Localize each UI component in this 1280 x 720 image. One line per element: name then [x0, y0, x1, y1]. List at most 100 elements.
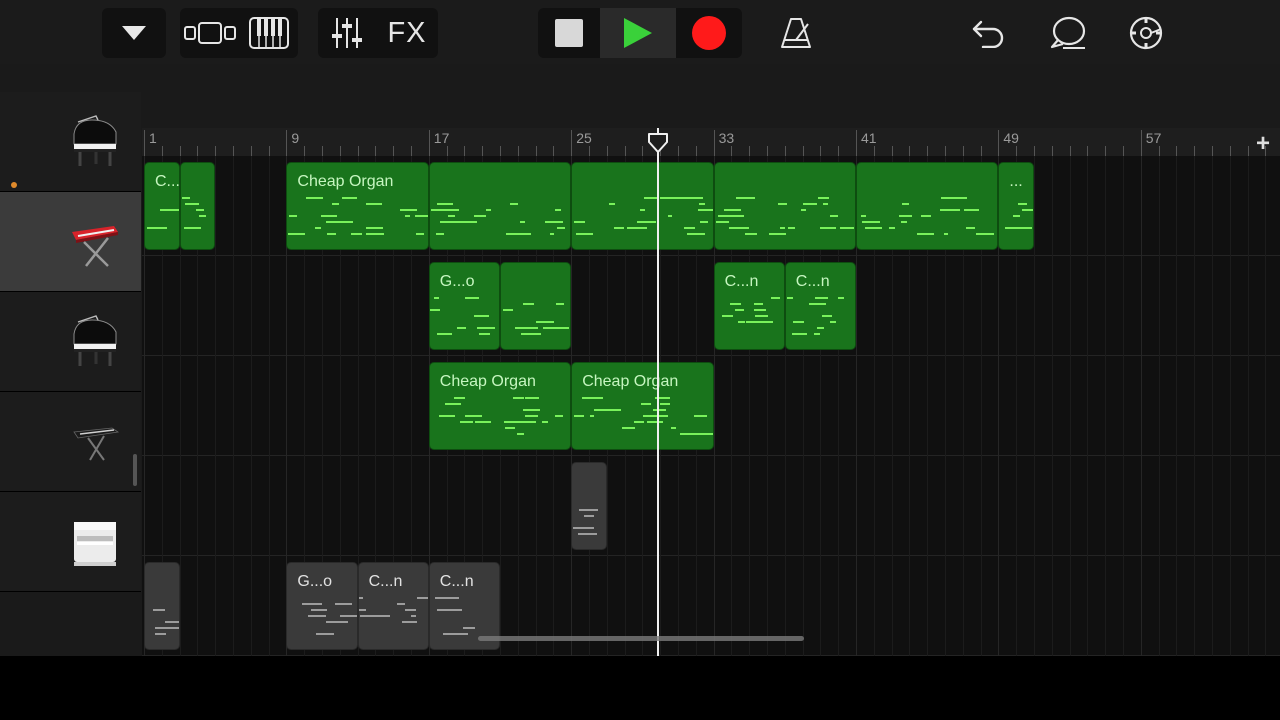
midi-note	[444, 403, 462, 405]
midi-note	[411, 615, 417, 617]
midi-note	[504, 427, 515, 429]
midi-note	[401, 621, 417, 623]
play-button[interactable]	[600, 8, 676, 58]
midi-note	[375, 615, 382, 617]
horizontal-scrollbar[interactable]	[478, 636, 804, 641]
midi-region[interactable]	[428, 162, 572, 250]
region-label: G...o	[439, 273, 475, 290]
bar-ruler[interactable]: + 1 9 17 25 33 41 49 57	[142, 128, 1280, 157]
midi-region[interactable]: G...o	[428, 262, 500, 350]
midi-region[interactable]	[500, 262, 572, 350]
playhead-handle[interactable]	[647, 132, 669, 154]
settings-button[interactable]	[1122, 8, 1170, 58]
midi-region[interactable]: G...o	[286, 562, 358, 650]
track-header[interactable]	[0, 292, 141, 392]
region-label: ...	[1009, 173, 1023, 190]
ruler-tick	[998, 130, 1000, 156]
add-section-button[interactable]: +	[1256, 130, 1270, 158]
midi-note	[358, 609, 366, 611]
midi-note	[636, 221, 656, 223]
midi-note	[976, 233, 994, 235]
midi-note	[589, 415, 595, 417]
ruler-tick	[144, 130, 145, 156]
midi-note	[522, 409, 541, 411]
midi-region[interactable]: C...n	[357, 562, 429, 650]
midi-note	[437, 203, 454, 205]
upright-organ-icon	[70, 514, 120, 570]
bar-number: 49	[1003, 130, 1019, 146]
ruler-tick	[1016, 146, 1018, 156]
ruler-tick	[393, 146, 395, 156]
mixer-button[interactable]	[318, 8, 376, 58]
metronome-button[interactable]	[772, 8, 820, 58]
track-header[interactable]	[0, 392, 141, 492]
grid-line	[1247, 156, 1249, 656]
grid-line	[1194, 156, 1196, 656]
midi-note	[464, 297, 479, 299]
midi-note	[164, 621, 179, 623]
midi-region[interactable]: Cheap Organ	[428, 362, 572, 450]
midi-note	[809, 303, 827, 305]
midi-region[interactable]	[571, 162, 714, 250]
midi-note	[819, 227, 825, 229]
midi-note	[920, 215, 931, 217]
ruler-tick	[767, 146, 768, 156]
tracks-dropdown-button[interactable]	[102, 8, 166, 58]
midi-region[interactable]	[571, 462, 607, 550]
stop-button[interactable]	[538, 8, 600, 58]
midi-region[interactable]: Cheap Organ	[286, 162, 429, 250]
track-lane[interactable]	[142, 456, 1280, 556]
midi-region[interactable]: Cheap Organ	[571, 362, 714, 450]
ruler-tick	[375, 146, 377, 156]
midi-note	[788, 227, 795, 229]
midi-region[interactable]	[144, 562, 180, 650]
ruler-tick	[1069, 146, 1071, 156]
ruler-tick	[197, 146, 199, 156]
tracks-dropdown-group	[102, 8, 166, 58]
midi-note	[837, 297, 844, 299]
midi-region[interactable]: C...n	[144, 162, 180, 250]
midi-note	[583, 515, 594, 517]
track-header[interactable]	[0, 192, 141, 292]
midi-region[interactable]: ...	[998, 162, 1034, 250]
record-button[interactable]	[676, 8, 742, 58]
midi-region[interactable]: C...n	[784, 262, 856, 350]
keyboard-icon	[249, 17, 289, 49]
vertical-scrollbar[interactable]	[133, 454, 137, 486]
grid-line	[1176, 156, 1178, 656]
midi-note	[667, 215, 673, 217]
midi-note	[342, 197, 352, 199]
midi-note	[459, 421, 474, 423]
fx-button[interactable]: FX	[376, 8, 438, 58]
ruler-tick	[945, 146, 946, 156]
grid-line	[1087, 156, 1089, 656]
midi-region[interactable]	[856, 162, 999, 250]
midi-note	[554, 415, 564, 417]
midi-region[interactable]	[713, 162, 856, 250]
track-lane[interactable]	[142, 256, 1280, 356]
midi-note	[436, 333, 452, 335]
midi-note	[754, 315, 768, 317]
ruler-tick	[713, 130, 715, 156]
midi-note	[311, 609, 327, 611]
ruler-tick	[161, 146, 163, 156]
grid-line	[1140, 156, 1142, 656]
midi-region[interactable]: C...n	[713, 262, 785, 350]
bar-number: 9	[291, 130, 300, 146]
midi-region[interactable]	[179, 162, 216, 250]
keyboard-button[interactable]	[240, 8, 298, 58]
midi-note	[435, 233, 445, 235]
track-view-button[interactable]	[180, 8, 240, 58]
track-header[interactable]	[0, 92, 141, 192]
midi-note	[196, 209, 204, 211]
midi-note	[456, 327, 466, 329]
timeline[interactable]: C...n Cheap Organ... G...o C...n C...n Cheap …	[142, 156, 1280, 656]
track-header[interactable]	[0, 492, 141, 592]
undo-button[interactable]	[964, 8, 1012, 58]
midi-note	[465, 415, 483, 417]
loop-browser-button[interactable]	[1044, 8, 1092, 58]
midi-note	[416, 233, 425, 235]
midi-note	[830, 321, 837, 323]
midi-note	[314, 227, 322, 229]
grid-line	[1265, 156, 1267, 656]
